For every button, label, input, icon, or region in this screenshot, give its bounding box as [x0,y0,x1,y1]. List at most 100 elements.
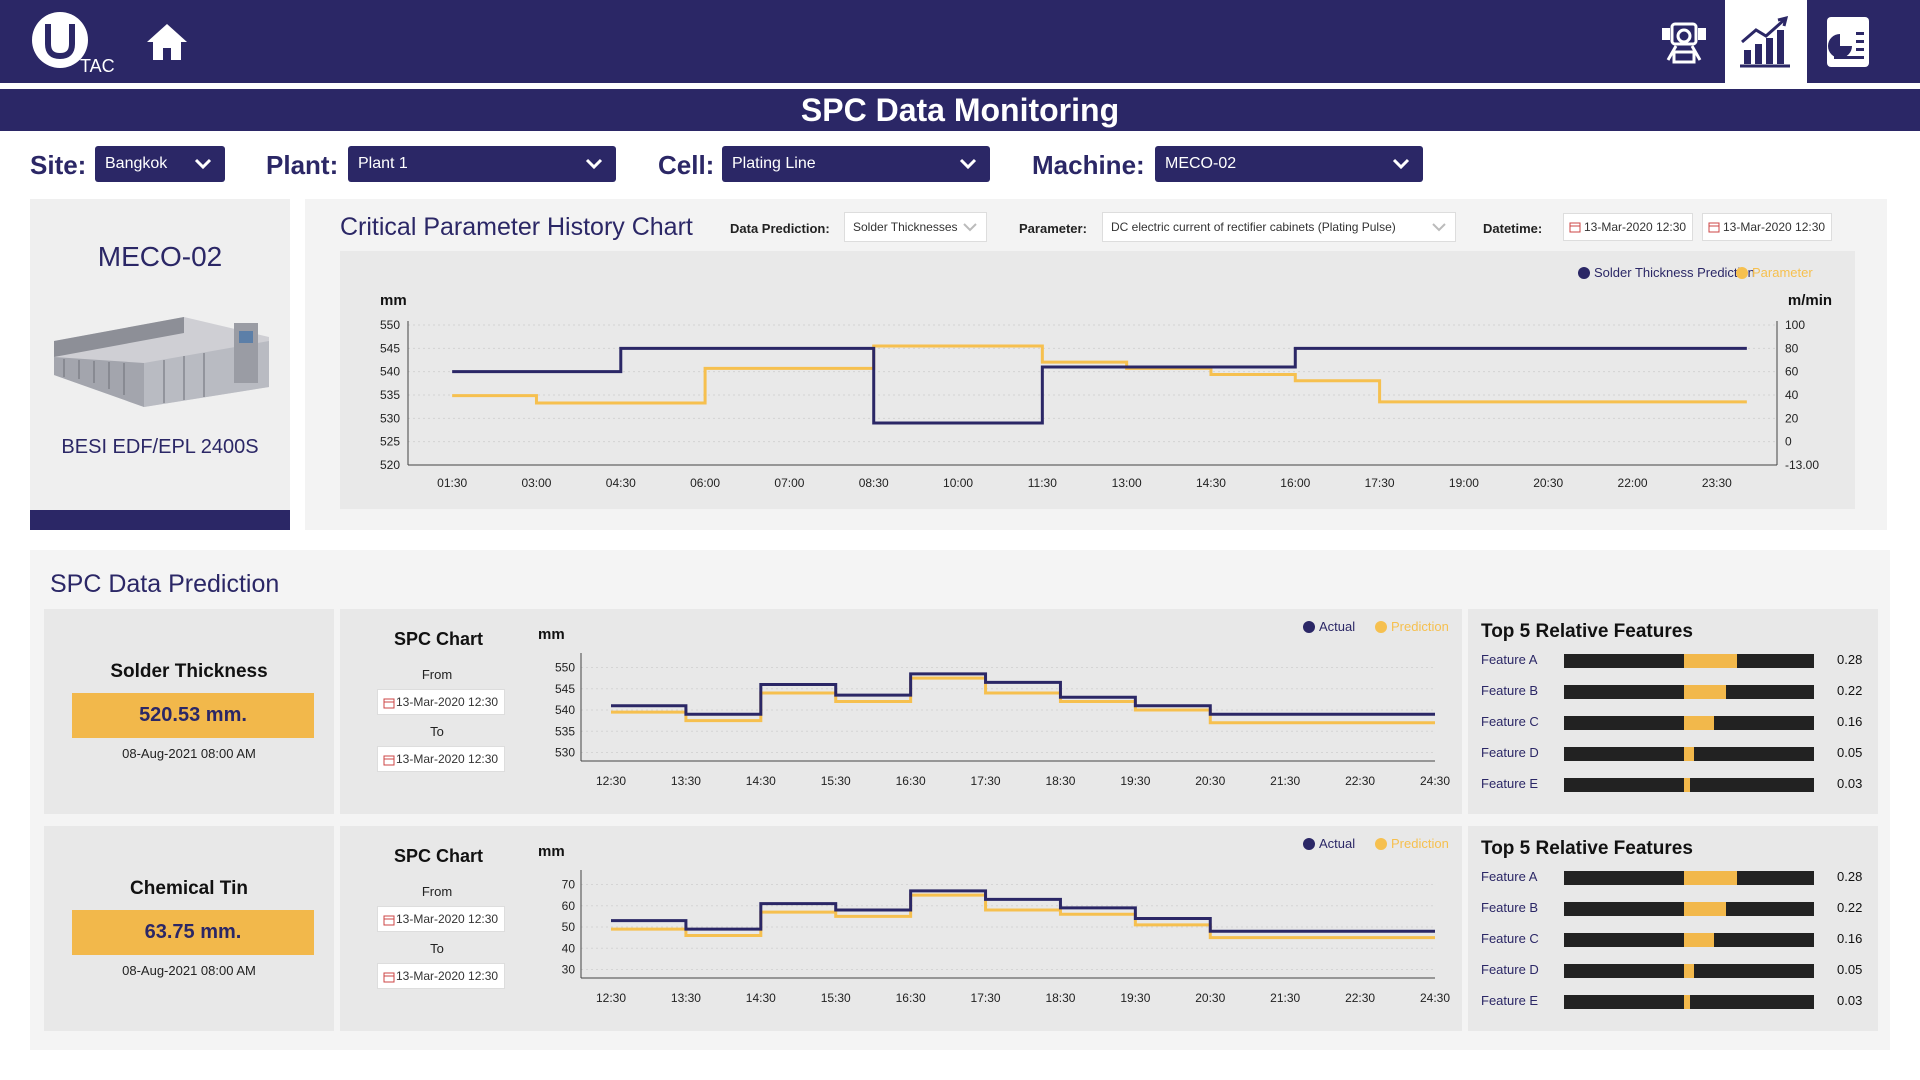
history-chart-title: Critical Parameter History Chart [340,213,693,241]
spc-chart-svg: 550 545 540 535 530 mm 12:30 13:30 14:30 15:30 16:… [538,619,1450,788]
x-tick-label: 19:00 [1449,476,1479,490]
x-tick-label: 12:30 [596,991,626,1005]
feature-bar [1564,654,1814,668]
y-tick-label: 535 [555,724,575,738]
x-tick-label: 20:30 [1195,774,1225,788]
feature-value: 0.22 [1837,683,1863,698]
site-select[interactable]: Bangkok [95,146,225,182]
datetime-to-value: 13-Mar-2020 12:30 [1723,220,1826,234]
feature-bar [1564,716,1814,730]
feature-name[interactable]: Feature D [1481,745,1539,760]
machine-image [54,317,269,407]
feature-value: 0.05 [1837,745,1863,760]
utac-logo: TAC [32,12,115,76]
y-tick-label: 50 [562,920,576,934]
y-axis-label: mm [538,626,565,643]
series-line-solder-thickness-prediction [452,346,1747,425]
from-date-input[interactable]: 13-Mar-2020 12:30 [377,906,505,932]
feature-name[interactable]: Feature E [1481,993,1538,1008]
bar-chart-icon[interactable] [1725,0,1807,83]
home-icon[interactable] [143,18,191,66]
legend-marker [1303,838,1315,850]
feature-bar [1564,747,1814,761]
feature-value: 0.16 [1837,714,1863,729]
from-date-input[interactable]: 13-Mar-2020 12:30 [377,689,505,715]
y2-axis-label: m/min [1788,292,1832,309]
y2-tick-label: 60 [1785,365,1799,379]
cell-select[interactable]: Plating Line [722,146,990,182]
report-icon[interactable] [1807,0,1889,83]
feature-row: Feature D 0.05 [1481,743,1871,763]
value-card-date: 08-Aug-2021 08:00 AM [122,963,256,978]
calendar-icon [383,755,395,766]
from-date-value: 13-Mar-2020 12:30 [396,912,499,926]
y-tick-label: 530 [380,411,400,425]
feature-bar-fill [1684,964,1694,978]
x-tick-label: 07:00 [774,476,804,490]
to-label: To [430,724,444,739]
machine-panel: MECO-02 BESI EDF/EPL 2400S [30,199,290,530]
feature-name[interactable]: Feature C [1481,714,1539,729]
y2-tick-label: 40 [1785,388,1799,402]
x-tick-label: 01:30 [437,476,467,490]
machine-label: Machine: [1032,150,1145,180]
robot-icon[interactable] [1643,0,1725,83]
feature-value: 0.28 [1837,869,1863,884]
feature-name[interactable]: Feature D [1481,962,1539,977]
feature-row: Feature E 0.03 [1481,991,1871,1011]
feature-bar [1564,933,1814,947]
parameter-dropdown[interactable]: DC electric current of rectifier cabinet… [1102,212,1456,242]
datetime-from-input[interactable]: 13-Mar-2020 12:30 [1563,213,1693,241]
prediction-section-title: SPC Data Prediction [50,570,280,598]
features-title: Top 5 Relative Features [1481,621,1693,642]
features-card: Top 5 Relative Features Feature A 0.28 Fea… [1468,609,1878,814]
to-date-input[interactable]: 13-Mar-2020 12:30 [377,963,505,989]
parameter-label: Parameter: [1019,221,1087,236]
feature-bar-fill [1684,747,1694,761]
from-label: From [421,884,453,899]
feature-name[interactable]: Feature E [1481,776,1538,791]
y-tick-label: 545 [555,682,575,696]
x-tick-label: 14:30 [746,991,776,1005]
legend-label: Solder Thickness Prediction [1594,265,1755,280]
x-tick-label: 17:30 [971,991,1001,1005]
x-tick-label: 21:30 [1270,774,1300,788]
plant-value: Plant 1 [358,155,408,172]
to-date-input[interactable]: 13-Mar-2020 12:30 [377,746,505,772]
top-bar: TAC [0,0,1920,83]
y-tick-label: 520 [380,458,400,472]
calendar-icon [383,915,395,926]
feature-bar-fill [1684,933,1715,947]
x-tick-label: 24:30 [1420,774,1450,788]
to-date-value: 13-Mar-2020 12:30 [396,752,499,766]
data-prediction-dropdown[interactable]: Solder Thicknesses [844,212,987,242]
legend-label: Prediction [1391,836,1449,851]
spc-chart-card: SPC Chart From 13-Mar-2020 12:30 To 13-M… [340,609,1462,814]
feature-name[interactable]: Feature B [1481,900,1538,915]
spc-chart-svg: 70 60 50 40 30 mm 12:30 13:30 14:30 15:30 16:30 17:… [538,836,1450,1005]
machine-select[interactable]: MECO-02 [1155,146,1423,182]
feature-name[interactable]: Feature A [1481,869,1537,884]
chevron-down-icon [959,158,977,170]
legend-marker [1303,621,1315,633]
x-tick-label: 24:30 [1420,991,1450,1005]
chevron-down-icon [585,158,603,170]
y-tick-label: 545 [380,341,400,355]
feature-row: Feature B 0.22 [1481,898,1871,918]
legend-label: Actual [1319,619,1355,634]
cell-value: Plating Line [732,155,816,172]
feature-name[interactable]: Feature C [1481,931,1539,946]
feature-name[interactable]: Feature B [1481,683,1538,698]
datetime-to-input[interactable]: 13-Mar-2020 12:30 [1702,213,1832,241]
x-tick-label: 12:30 [596,774,626,788]
feature-name[interactable]: Feature A [1481,652,1537,667]
value-card-value: 520.53 mm. [72,693,314,738]
feature-value: 0.28 [1837,652,1863,667]
spc-chart-title: SPC Chart [394,846,484,866]
plant-select[interactable]: Plant 1 [348,146,616,182]
chevron-down-icon [1432,223,1446,232]
y2-tick-label: 20 [1785,411,1799,425]
calendar-icon [383,698,395,709]
x-tick-label: 18:30 [1045,774,1075,788]
x-tick-label: 22:30 [1345,774,1375,788]
